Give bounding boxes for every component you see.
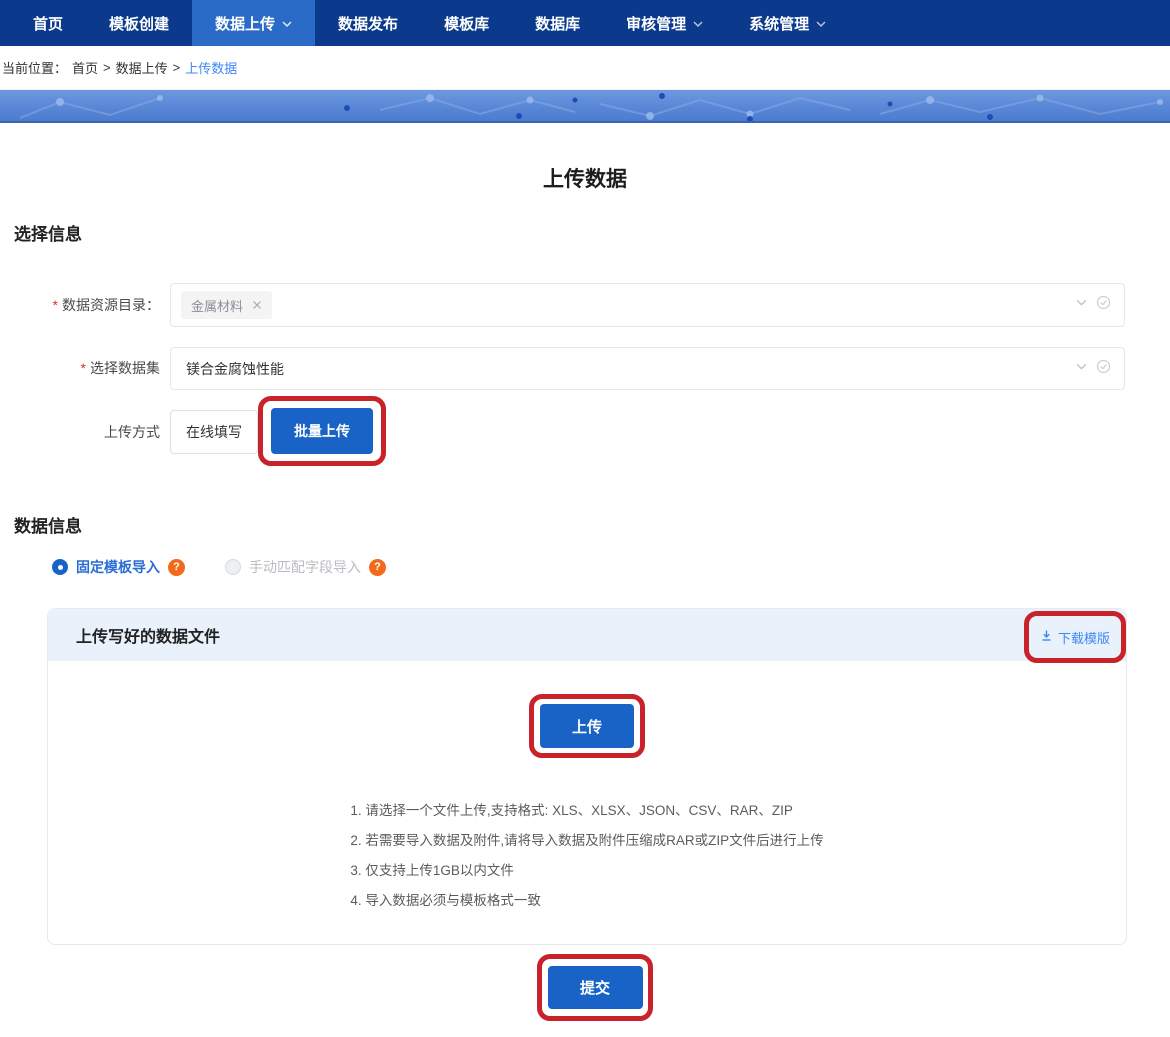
dataset-selected-value: 镁合金腐蚀性能 (186, 359, 284, 379)
nav-item-audit-management[interactable]: 审核管理 (603, 0, 726, 46)
annotation-box-batch-upload: 批量上传 (258, 396, 386, 466)
breadcrumb-separator: > (103, 60, 111, 75)
chevron-down-icon (693, 20, 703, 28)
nav-item-data-upload[interactable]: 数据上传 (192, 0, 315, 46)
online-fill-button[interactable]: 在线填写 (170, 410, 258, 454)
upload-file-panel: 上传写好的数据文件 下载模版 上传 1. 请选择一个文件上传,支持格式: XLS… (47, 608, 1127, 945)
import-mode-radio-group: 固定模板导入 ? 手动匹配字段导入 ? (52, 557, 386, 577)
help-icon[interactable]: ? (369, 559, 386, 576)
help-icon[interactable]: ? (168, 559, 185, 576)
nav-item-database[interactable]: 数据库 (512, 0, 603, 46)
chevron-down-icon[interactable] (1075, 296, 1088, 314)
annotation-box-submit: 提交 (537, 954, 653, 1021)
instruction-line: 1. 请选择一个文件上传,支持格式: XLS、XLSX、JSON、CSV、RAR… (350, 796, 823, 826)
chevron-down-icon (282, 20, 292, 28)
dataset-select[interactable]: 镁合金腐蚀性能 (170, 347, 1125, 390)
banner-image (0, 90, 1170, 123)
top-navigation: 首页 模板创建 数据上传 数据发布 模板库 数据库 审核管理 系统管理 (0, 0, 1170, 46)
radio-selected-icon (52, 559, 68, 575)
annotation-box-upload: 上传 (529, 694, 645, 758)
required-asterisk: * (53, 297, 58, 313)
submit-button[interactable]: 提交 (548, 966, 643, 1009)
check-circle-icon (1096, 295, 1111, 315)
breadcrumb: 当前位置： 首页 > 数据上传 > 上传数据 (0, 46, 1170, 90)
required-asterisk: * (81, 360, 86, 376)
section-heading-select-info: 选择信息 (14, 220, 82, 245)
page: 首页 模板创建 数据上传 数据发布 模板库 数据库 审核管理 系统管理 当前位置… (0, 0, 1170, 1037)
breadcrumb-data-upload[interactable]: 数据上传 (116, 58, 168, 77)
breadcrumb-separator: > (173, 60, 181, 75)
download-icon (1040, 629, 1053, 645)
selected-catalog-tag: 金属材料 (181, 291, 272, 319)
page-title: 上传数据 (0, 163, 1170, 193)
nav-item-template-library[interactable]: 模板库 (421, 0, 512, 46)
catalog-select[interactable]: 金属材料 (170, 283, 1125, 327)
batch-upload-button[interactable]: 批量上传 (271, 408, 373, 454)
panel-title: 上传写好的数据文件 (76, 623, 220, 647)
upload-method-label: 上传方式 (0, 410, 160, 454)
radio-unselected-icon (225, 559, 241, 575)
breadcrumb-prefix: 当前位置： (2, 58, 67, 77)
nav-item-data-publish[interactable]: 数据发布 (315, 0, 421, 46)
radio-fixed-template-import[interactable]: 固定模板导入 ? (52, 557, 185, 577)
radio-manual-field-match-import[interactable]: 手动匹配字段导入 ? (225, 557, 386, 577)
banner-molecule-graphic (0, 90, 1170, 123)
annotation-box-download-template: 下载模版 (1024, 611, 1126, 663)
close-icon[interactable] (252, 300, 262, 310)
upload-button[interactable]: 上传 (540, 704, 634, 748)
chevron-down-icon (816, 20, 826, 28)
instruction-line: 4. 导入数据必须与模板格式一致 (350, 886, 823, 916)
panel-body: 上传 1. 请选择一个文件上传,支持格式: XLS、XLSX、JSON、CSV、… (48, 694, 1126, 916)
upload-instructions: 1. 请选择一个文件上传,支持格式: XLS、XLSX、JSON、CSV、RAR… (350, 796, 823, 916)
check-circle-icon (1096, 359, 1111, 379)
catalog-field-label: *数据资源目录： (0, 283, 160, 327)
dataset-field-label: *选择数据集 (0, 347, 160, 390)
nav-item-template-create[interactable]: 模板创建 (86, 0, 192, 46)
nav-item-home[interactable]: 首页 (10, 0, 86, 46)
breadcrumb-home[interactable]: 首页 (72, 58, 98, 77)
download-template-link[interactable]: 下载模版 (1040, 628, 1110, 647)
instruction-line: 2. 若需要导入数据及附件,请将导入数据及附件压缩成RAR或ZIP文件后进行上传 (350, 826, 823, 856)
chevron-down-icon[interactable] (1075, 360, 1088, 378)
section-heading-data-info: 数据信息 (14, 512, 82, 537)
breadcrumb-current-page[interactable]: 上传数据 (185, 58, 237, 77)
nav-item-system-management[interactable]: 系统管理 (726, 0, 849, 46)
panel-header: 上传写好的数据文件 下载模版 (48, 609, 1126, 661)
instruction-line: 3. 仅支持上传1GB以内文件 (350, 856, 823, 886)
